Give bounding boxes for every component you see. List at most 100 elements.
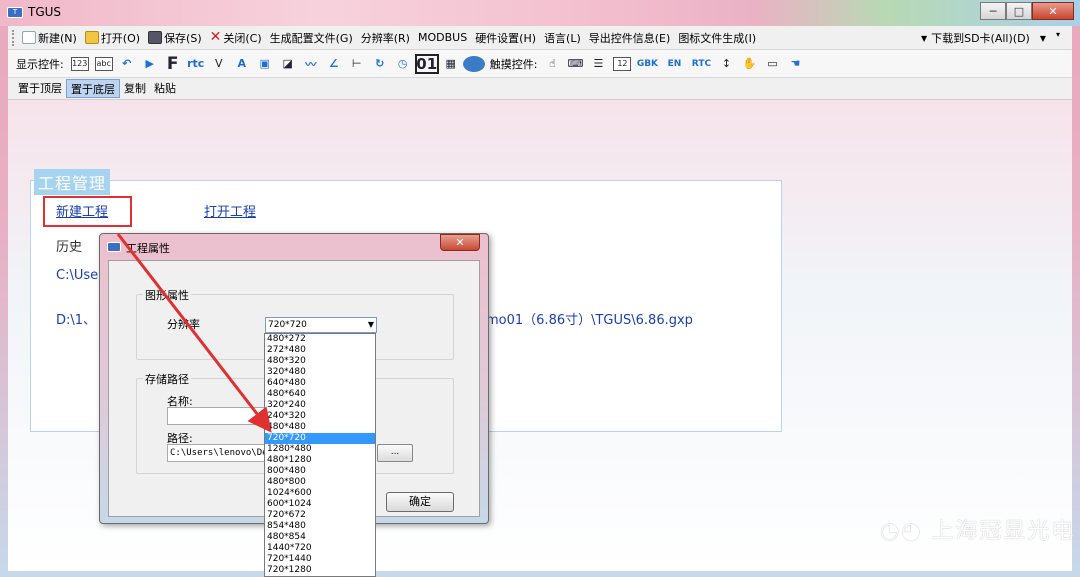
maximize-button[interactable]: □ [1006,2,1032,20]
font-icon[interactable]: F [162,53,184,75]
display-controls-label: 显示控件: [16,57,64,71]
number-input-icon[interactable]: 12 [613,56,632,71]
highlight-box [43,196,132,227]
press-hand-icon[interactable]: ✋ [738,53,760,75]
resolution-option[interactable]: 480*640 [265,389,375,400]
shape-icon[interactable]: ◪ [277,53,299,75]
gbk-input-icon[interactable]: GBK [634,53,660,75]
text-display-icon[interactable]: abc [94,56,113,71]
recent-project-2-prefix[interactable]: D:\1、 [56,309,96,328]
resolution-option[interactable]: 720*672 [265,510,375,521]
menu-hardware[interactable]: 硬件设置(H) [471,28,540,48]
menu-download-sd[interactable]: 下载到SD卡(All)(D) [927,28,1034,48]
resolution-option[interactable]: 320*240 [265,400,375,411]
watermark-right: ◔◕ 上海冠显光电 [880,519,1076,544]
menu-modbus[interactable]: MODBUS [414,28,471,48]
resolution-option[interactable]: 320*480 [265,367,375,378]
menu-resolution[interactable]: 分辨率(R) [357,28,414,48]
send-to-back-button[interactable]: 置于底层 [66,79,120,98]
title-bar: T TGUS ─ □ ✕ [0,0,1080,26]
rotate-icon[interactable]: ↻ [369,53,391,75]
resolution-option[interactable]: 240*320 [265,411,375,422]
history-label: 历史 [56,240,83,255]
scroll-icon[interactable]: ↕ [715,53,737,75]
watermark-left: 大数跨境 [10,550,78,570]
close-window-button[interactable]: ✕ [1032,2,1074,20]
chart-icon[interactable]: ∠ [323,53,345,75]
binary-icon[interactable]: 01 [414,53,439,74]
en-input-icon[interactable]: EN [661,53,687,75]
close-x-icon: ✕ [209,29,222,45]
resolution-option[interactable]: 720*1280 [265,565,375,576]
copy-button[interactable]: 复制 [120,79,150,98]
resolution-option[interactable]: 480*272 [265,334,375,345]
browse-button[interactable]: ... [377,444,413,462]
ok-button[interactable]: 确定 [386,492,454,512]
recent-project-2-suffix[interactable]: mo01（6.86寸）\TGUS\6.86.gxp [486,309,693,328]
resolution-option[interactable]: 480*800 [265,477,375,488]
animation-icon[interactable]: ↶ [116,53,138,75]
resolution-option[interactable]: 1280*480 [265,444,375,455]
ellipse-icon[interactable] [462,53,485,75]
image-icon[interactable]: ▣ [254,53,276,75]
toolbar-grip[interactable] [12,29,15,46]
layer-toolbar: 置于顶层 置于底层 复制 粘贴 [8,78,1072,100]
resolution-option[interactable]: 1024*600 [265,488,375,499]
rtc-set-icon[interactable]: RTC [688,53,714,75]
bring-to-front-button[interactable]: 置于顶层 [14,79,66,98]
menu-save[interactable]: 保存(S) [144,28,206,48]
window-title: TGUS [28,5,62,19]
menu-export-info[interactable]: 导出控件信息(E) [585,28,675,48]
name-input[interactable] [167,407,267,425]
button-shape-icon[interactable]: ▭ [761,53,783,75]
save-icon [148,31,163,44]
open-folder-icon [84,31,99,44]
slider-icon[interactable]: ⊢ [346,53,368,75]
curve-icon[interactable]: 〰 [300,53,322,75]
menu-generate-config[interactable]: 生成配置文件(G) [266,28,357,48]
resolution-option[interactable]: 272*480 [265,345,375,356]
resolution-option[interactable]: 1440*720 [265,543,375,554]
menu-close[interactable]: ✕ 关闭(C) [206,28,266,48]
dialog-close-button[interactable]: ✕ [440,234,480,251]
clock-icon[interactable]: ◷ [392,53,414,75]
paste-button[interactable]: 粘贴 [150,79,180,98]
resolution-option[interactable]: 480*320 [265,356,375,367]
art-text-icon[interactable]: A [231,53,253,75]
control-toolbar: 显示控件: 123 abc ↶ ▶ F rtc V A ▣ ◪ 〰 ∠ ⊢ ↻ … [8,50,1072,78]
minimize-button[interactable]: ─ [980,2,1006,20]
touch-hand-icon[interactable]: ☝ [541,53,563,75]
resolution-option[interactable]: 640*480 [265,378,375,389]
number-display-icon[interactable]: 123 [70,56,89,71]
video-icon[interactable]: ▶ [139,53,161,75]
variable-icon[interactable]: V [208,53,230,75]
resolution-option[interactable]: 480*480 [265,422,375,433]
menu-language[interactable]: 语言(L) [540,28,585,48]
menu-open[interactable]: 打开(O) [81,28,144,48]
menu-icon-gen[interactable]: 图标文件生成(I) [674,28,760,48]
dialog-title: 工程属性 [126,242,170,255]
resolution-option[interactable]: 854*480 [265,521,375,532]
chevron-down-icon: ▼ [367,320,374,329]
resolution-option[interactable]: 480*854 [265,532,375,543]
qrcode-icon[interactable]: ▦ [440,53,462,75]
resolution-option[interactable]: 600*1024 [265,499,375,510]
list-icon[interactable]: ☰ [587,53,609,75]
resolution-select[interactable]: 720*720 ▼ [265,317,377,333]
recent-project-1[interactable]: C:\Use [56,268,98,283]
resolution-label: 分辨率 [167,318,200,331]
resolution-option[interactable]: 800*480 [265,466,375,477]
menu-bar: 新建(N) 打开(O) 保存(S) ✕ 关闭(C) 生成配置文件(G) 分辨率(R… [8,26,1072,50]
menu-new[interactable]: 新建(N) [18,28,81,48]
menu-scroll-icon[interactable]: ▾ [1056,30,1066,46]
resolution-option[interactable]: 720*720 [265,433,375,444]
download-dropdown-arrow-icon[interactable]: ▼ [1040,34,1046,43]
graphics-group-label: 图形属性 [143,287,191,303]
path-input[interactable]: C:\Users\lenovo\De [167,444,267,462]
resolution-option[interactable]: 720*1440 [265,554,375,565]
resolution-option[interactable]: 480*1280 [265,455,375,466]
gesture-icon[interactable]: ☚ [784,53,806,75]
keyboard-icon[interactable]: ⌨ [564,53,586,75]
rtc-icon[interactable]: rtc [185,53,207,75]
open-project-link[interactable]: 打开工程 [204,201,256,220]
